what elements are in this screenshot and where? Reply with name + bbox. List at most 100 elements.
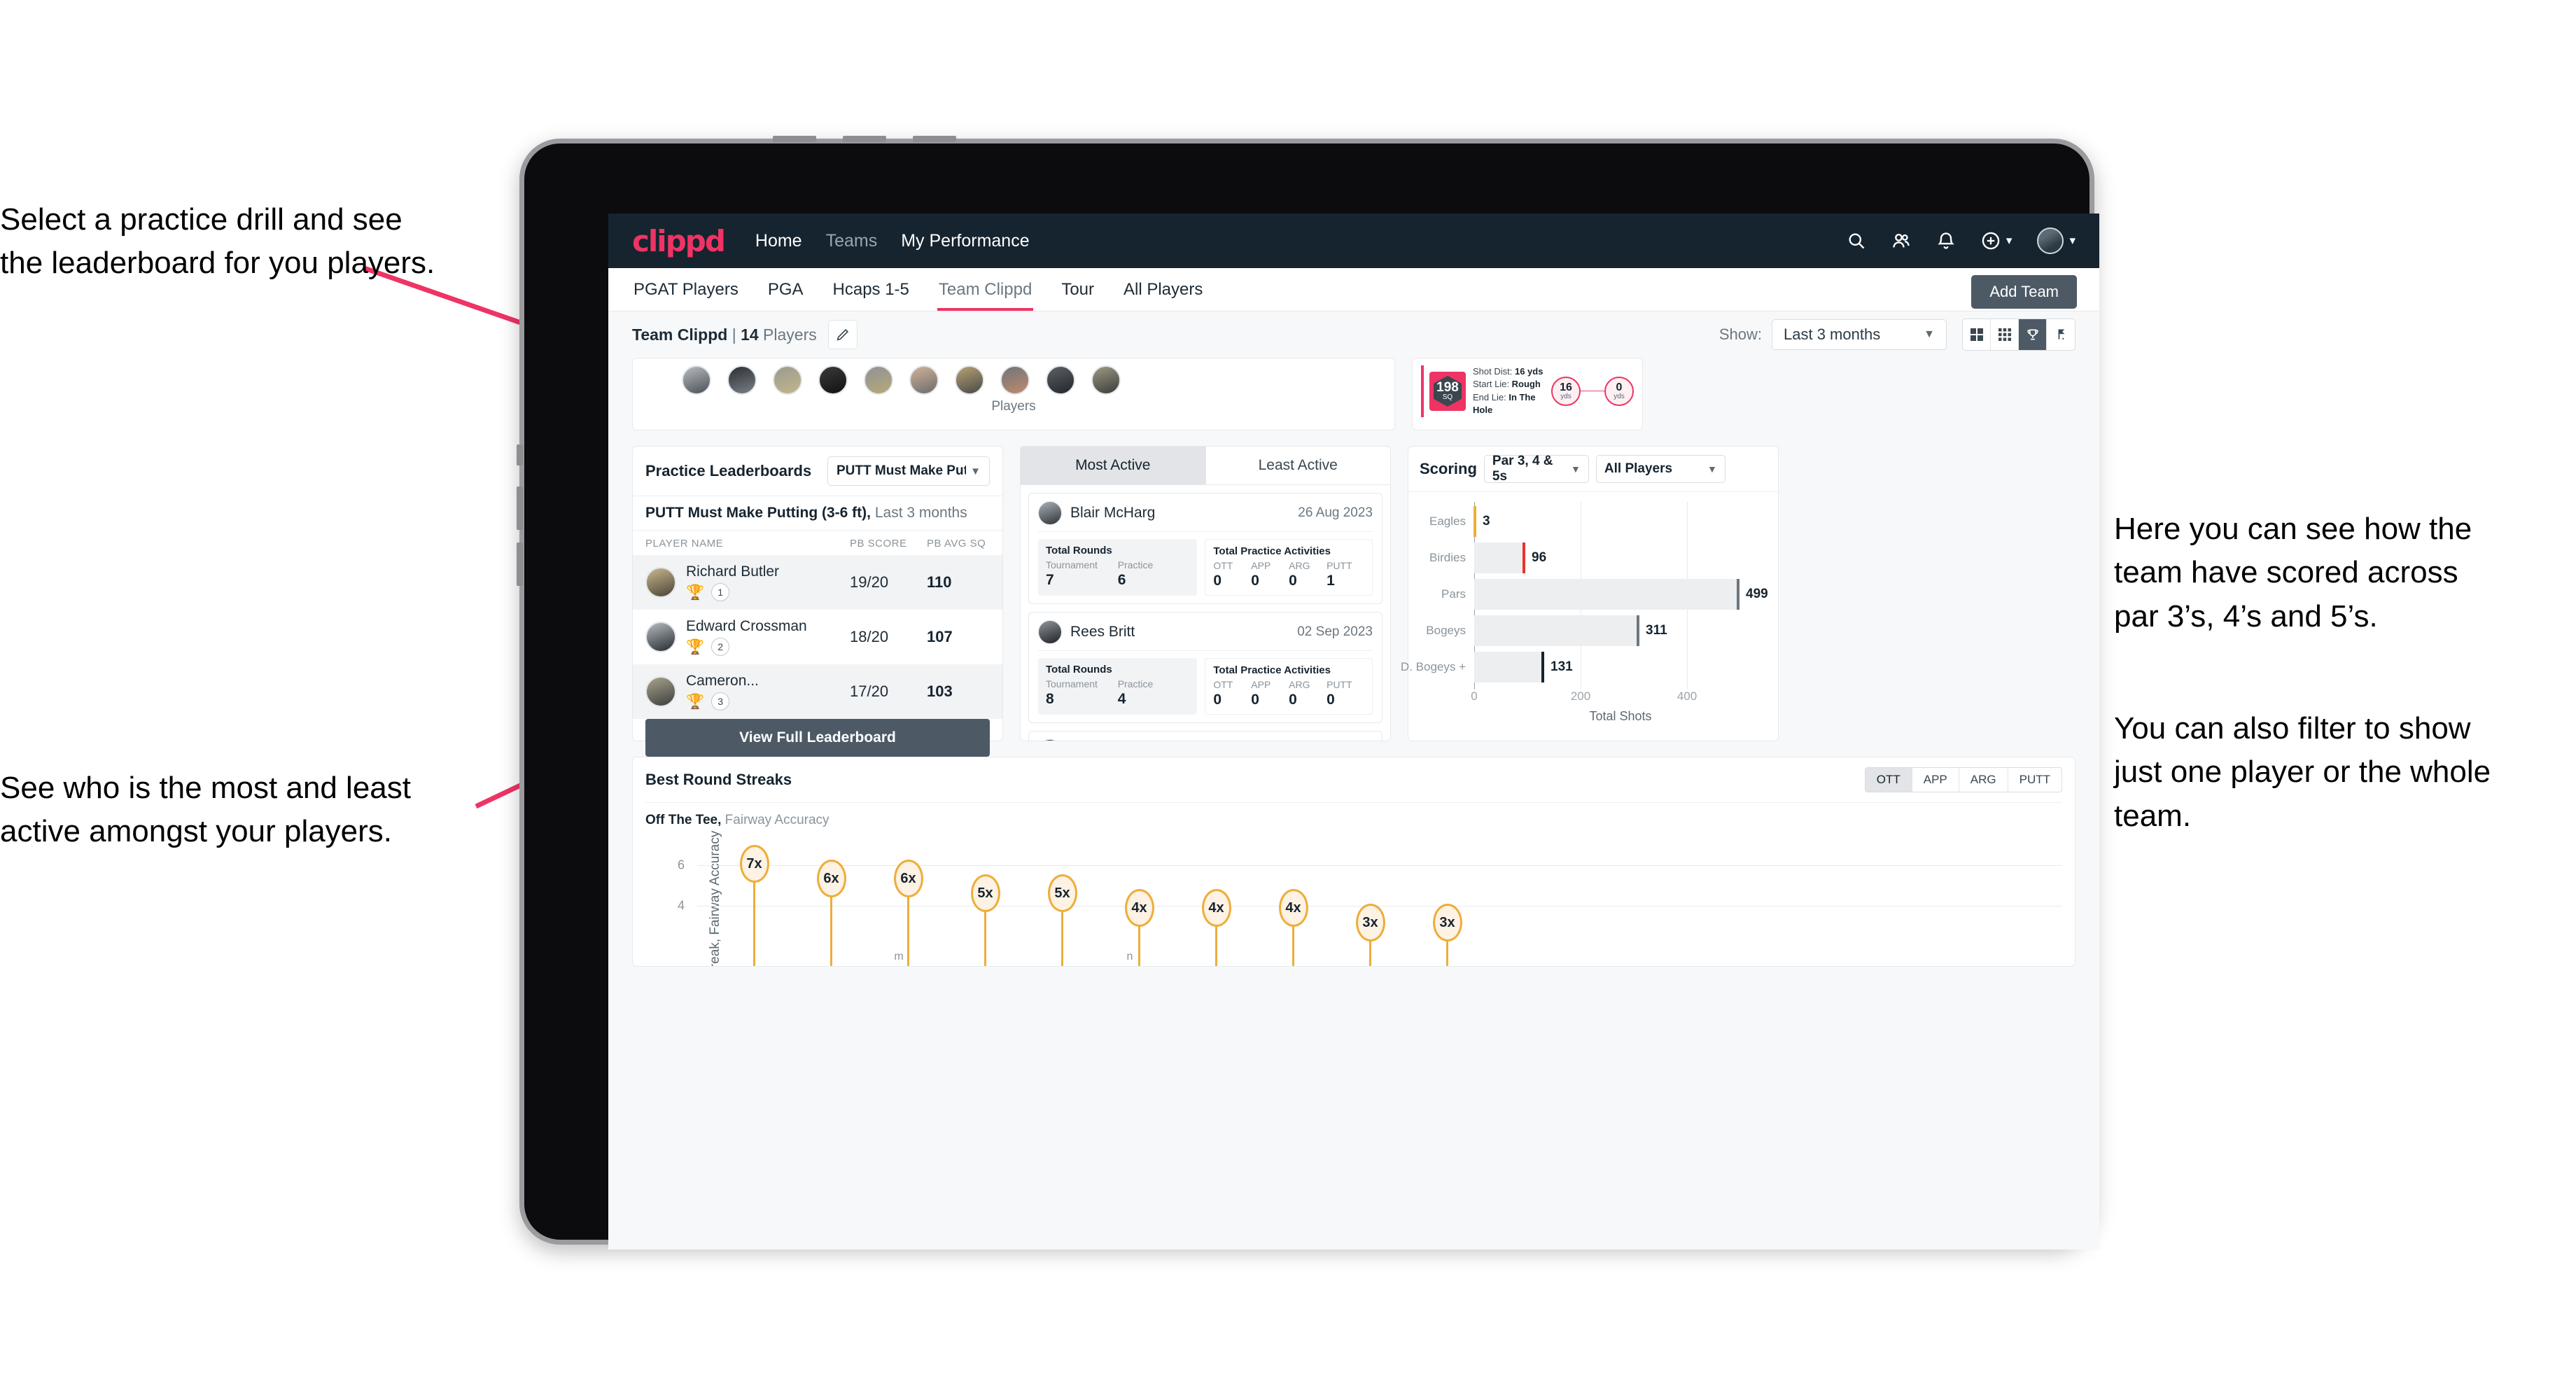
flag-icon[interactable] bbox=[2047, 319, 2075, 350]
row-name-block: Cameron... 🏆 3 bbox=[686, 673, 850, 710]
player-avatar[interactable] bbox=[773, 365, 802, 395]
streaks-header: Best Round Streaks OTT APP ARG PUTT bbox=[633, 757, 2075, 802]
device-top-button-1 bbox=[773, 136, 816, 142]
total-rounds-block: Total Rounds Tournament 8 Practice 4 bbox=[1038, 658, 1198, 715]
start-lie-line: Start Lie: Rough bbox=[1473, 379, 1541, 390]
streak-marker[interactable]: 5x bbox=[1047, 874, 1077, 966]
tab-putt[interactable]: PUTT bbox=[2008, 768, 2062, 792]
search-icon[interactable] bbox=[1847, 231, 1866, 251]
player-filter-value: All Players bbox=[1604, 461, 1673, 476]
show-period-select[interactable]: Last 3 months ▼ bbox=[1772, 319, 1947, 350]
device-volume-down-button bbox=[517, 542, 523, 586]
tab-most-active[interactable]: Most Active bbox=[1021, 447, 1206, 484]
view-full-leaderboard-button[interactable]: View Full Leaderboard bbox=[645, 719, 990, 757]
streak-marker[interactable]: 5x bbox=[970, 874, 1000, 966]
player-avatar[interactable] bbox=[727, 365, 757, 395]
streaks-subtitle-rest: Fairway Accuracy bbox=[721, 813, 830, 827]
par-filter-select[interactable]: Par 3, 4 & 5s ▼ bbox=[1483, 454, 1589, 484]
bar-value: 3 bbox=[1483, 514, 1490, 528]
tab-all-players[interactable]: All Players bbox=[1122, 269, 1204, 311]
tab-arg[interactable]: ARG bbox=[1959, 768, 2008, 792]
grid-large-icon[interactable] bbox=[1963, 319, 1991, 350]
list-item[interactable]: Josh Coles 26 Aug 2023 Total Rounds Tour… bbox=[1028, 731, 1382, 741]
y-tick: 4 bbox=[678, 898, 685, 913]
player-avatar[interactable] bbox=[682, 365, 711, 395]
player-avatar[interactable] bbox=[955, 365, 984, 395]
streak-marker[interactable]: 6x m bbox=[893, 860, 923, 966]
team-title: Team Clippd | 14 Players bbox=[632, 326, 817, 344]
chevron-down-icon-add[interactable]: ▾ bbox=[2006, 234, 2012, 248]
table-row[interactable]: Cameron... 🏆 3 17/20 103 bbox=[633, 664, 1002, 719]
tab-least-active[interactable]: Least Active bbox=[1206, 447, 1391, 484]
streak-marker[interactable]: 4x bbox=[1201, 889, 1231, 966]
par-filter-value: Par 3, 4 & 5s bbox=[1492, 454, 1553, 484]
scoring-header: Scoring Par 3, 4 & 5s ▼ All Players ▼ bbox=[1408, 447, 1778, 492]
streak-value: 6x bbox=[816, 860, 846, 897]
add-team-button[interactable]: Add Team bbox=[1971, 275, 2077, 309]
activity-item-body: Total Rounds Tournament 8 Practice 4 Total… bbox=[1038, 658, 1373, 715]
player-avatar[interactable] bbox=[818, 365, 848, 395]
player-avatar[interactable] bbox=[1046, 365, 1075, 395]
annotation-filter: You can also filter to show just one pla… bbox=[2114, 711, 2491, 833]
streak-marker[interactable]: 4x n bbox=[1124, 889, 1154, 966]
page-content: Players 198 SQ Shot Dist: 16 yds Start L… bbox=[608, 358, 2099, 967]
plus-circle-icon[interactable]: ▾ bbox=[1981, 231, 2012, 251]
bar-row-birdies: Birdies 96 bbox=[1429, 542, 1767, 573]
row-rank: 3 bbox=[711, 692, 730, 710]
nav-home[interactable]: Home bbox=[755, 231, 802, 251]
trophy-icon[interactable] bbox=[2019, 319, 2047, 350]
annotation-most-least-active: See who is the most and least active amo… bbox=[0, 771, 411, 849]
player-avatar[interactable] bbox=[1091, 365, 1121, 395]
streak-marker[interactable]: 6x bbox=[816, 860, 846, 966]
shot-start-distance: 16 yds bbox=[1551, 376, 1581, 406]
chevron-down-icon-profile[interactable]: ▾ bbox=[2069, 234, 2076, 248]
table-row[interactable]: Richard Butler 🏆 1 19/20 110 bbox=[633, 555, 1002, 610]
scoring-title: Scoring bbox=[1420, 460, 1477, 477]
avatar[interactable]: ▾ bbox=[2037, 227, 2076, 254]
scoring-card: Scoring Par 3, 4 & 5s ▼ All Players ▼ Ea… bbox=[1401, 446, 1779, 741]
shot-end-distance: 0 yds bbox=[1604, 376, 1634, 406]
rounds-values: Tournament 7 Practice 6 bbox=[1046, 559, 1189, 589]
streak-marker[interactable]: 4x bbox=[1278, 889, 1308, 966]
tab-tour[interactable]: Tour bbox=[1060, 269, 1096, 311]
tab-pga[interactable]: PGA bbox=[766, 269, 805, 311]
activity-list: Blair McHarg 26 Aug 2023 Total Rounds To… bbox=[1021, 485, 1390, 741]
shot-dist-line: Shot Dist: 16 yds bbox=[1473, 366, 1544, 377]
x-tick: n bbox=[1126, 951, 1133, 962]
drill-select[interactable]: PUTT Must Make Putting ... ▼ bbox=[827, 456, 990, 486]
player-avatar[interactable] bbox=[1000, 365, 1030, 395]
bar-label: Eagles bbox=[1429, 514, 1466, 528]
tab-app[interactable]: APP bbox=[1912, 768, 1959, 792]
tab-pgat-players[interactable]: PGAT Players bbox=[632, 269, 740, 311]
nav-my-performance[interactable]: My Performance bbox=[901, 231, 1029, 251]
nav-teams[interactable]: Teams bbox=[826, 231, 878, 251]
streak-marker[interactable]: 7x bbox=[739, 845, 769, 966]
streak-marker[interactable]: 3x bbox=[1432, 904, 1462, 966]
streak-marker[interactable]: 3x bbox=[1355, 904, 1385, 966]
tab-hcaps-1-5[interactable]: Hcaps 1-5 bbox=[832, 269, 911, 311]
tab-team-clippd[interactable]: Team Clippd bbox=[937, 269, 1034, 311]
bar-cap bbox=[1522, 542, 1525, 573]
player-avatar[interactable] bbox=[864, 365, 893, 395]
list-item[interactable]: Rees Britt 02 Sep 2023 Total Rounds Tour… bbox=[1028, 612, 1382, 723]
scoring-plot-area: Eagles 3 Birdies 96 Pars 499 Bogeys 311 … bbox=[1401, 502, 1768, 690]
tab-ott[interactable]: OTT bbox=[1865, 768, 1912, 792]
row-rank-badge: 🏆 2 bbox=[686, 638, 850, 656]
table-row[interactable]: Edward Crossman 🏆 2 18/20 107 bbox=[633, 610, 1002, 664]
player-filter-select[interactable]: All Players ▼ bbox=[1595, 455, 1726, 483]
clippd-logo[interactable]: clippd bbox=[632, 224, 726, 258]
list-item[interactable]: Blair McHarg 26 Aug 2023 Total Rounds To… bbox=[1028, 493, 1382, 604]
chevron-down-icon-drill: ▼ bbox=[970, 465, 981, 477]
shot-detail-inner: 198 SQ Shot Dist: 16 yds Start Lie: Roug… bbox=[1421, 365, 1634, 417]
edit-team-button[interactable] bbox=[827, 320, 858, 349]
practice-ott: OTT 0 bbox=[1213, 560, 1233, 589]
bar-pars: 499 bbox=[1474, 579, 1768, 610]
bar-row-bogeys: Bogeys 311 bbox=[1426, 615, 1767, 646]
grid-small-icon[interactable] bbox=[1991, 319, 2019, 350]
activity-item-header: Blair McHarg 26 Aug 2023 bbox=[1038, 501, 1373, 532]
row-player-name: Richard Butler bbox=[686, 564, 780, 580]
rounds-tournament: Tournament 8 bbox=[1046, 678, 1098, 707]
bell-icon[interactable] bbox=[1936, 231, 1956, 251]
people-icon[interactable] bbox=[1891, 231, 1911, 251]
player-avatar[interactable] bbox=[909, 365, 939, 395]
